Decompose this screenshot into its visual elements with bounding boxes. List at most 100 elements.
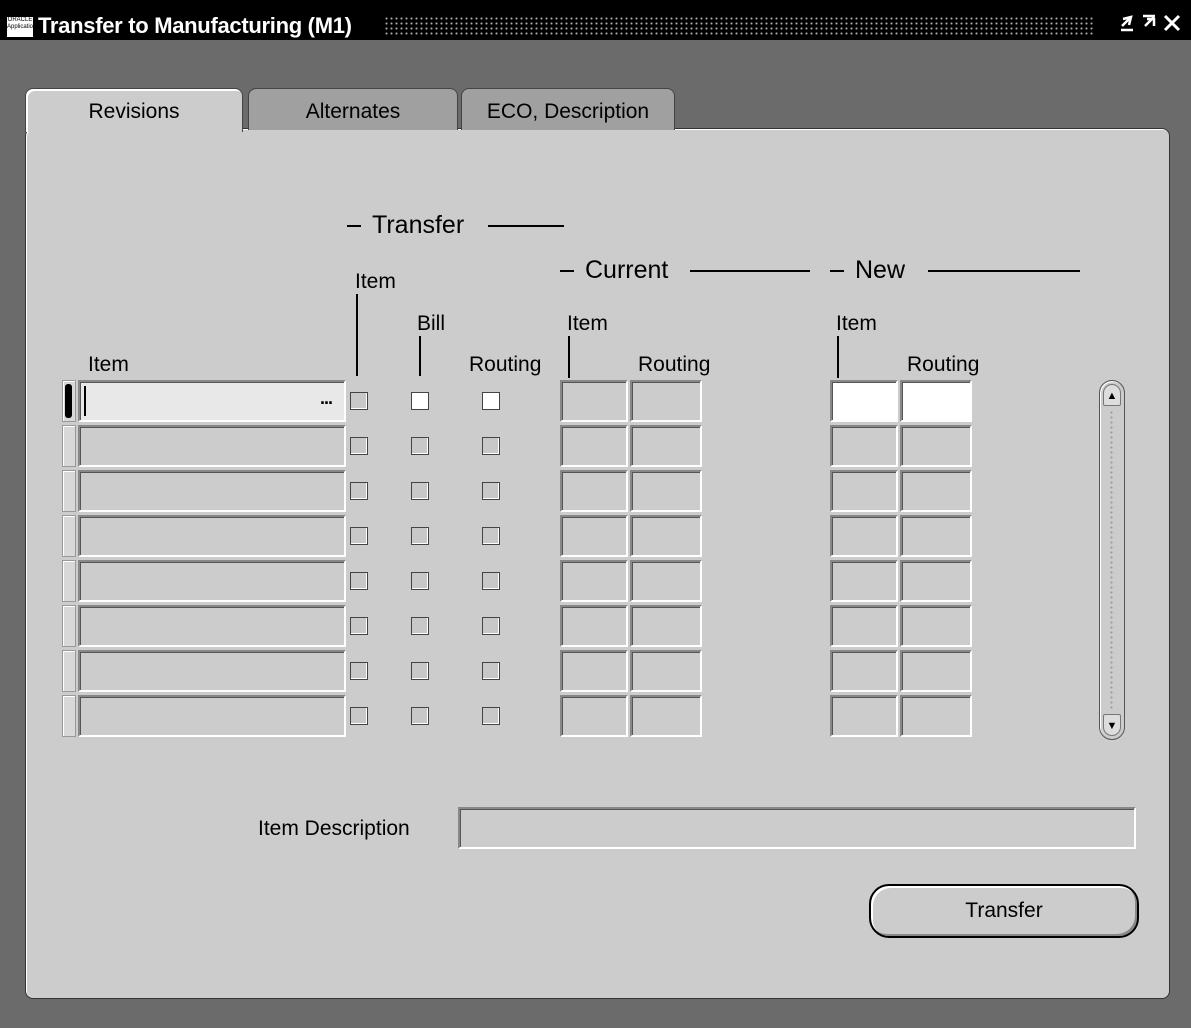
item-field[interactable] — [78, 695, 346, 737]
transfer-item-checkbox[interactable] — [350, 707, 368, 725]
new-item-field[interactable] — [830, 470, 898, 512]
transfer-bill-checkbox[interactable] — [411, 482, 429, 500]
new-item-field[interactable] — [830, 425, 898, 467]
col-header-transfer-item: Item — [355, 270, 396, 293]
new-routing-field[interactable] — [900, 515, 972, 557]
transfer-routing-checkbox[interactable] — [482, 707, 500, 725]
new-routing-field[interactable] — [900, 650, 972, 692]
transfer-routing-checkbox[interactable] — [482, 437, 500, 455]
current-routing-field[interactable] — [630, 695, 702, 737]
new-item-field[interactable] — [830, 650, 898, 692]
row-indicator[interactable] — [62, 605, 76, 647]
transfer-bill-checkbox[interactable] — [411, 707, 429, 725]
current-item-field[interactable] — [560, 605, 628, 647]
row-indicator[interactable] — [62, 425, 76, 467]
new-group-title: New — [855, 256, 906, 284]
new-routing-field[interactable] — [900, 470, 972, 512]
current-routing-field[interactable] — [630, 425, 702, 467]
item-field[interactable] — [78, 425, 346, 467]
transfer-bill-checkbox[interactable] — [411, 662, 429, 680]
transfer-bill-checkbox[interactable] — [411, 437, 429, 455]
item-field[interactable] — [78, 515, 346, 557]
row-indicator[interactable] — [62, 470, 76, 512]
current-item-field[interactable] — [560, 560, 628, 602]
row-indicator[interactable] — [62, 515, 76, 557]
scroll-thumb[interactable] — [1101, 410, 1123, 710]
transfer-bill-checkbox[interactable] — [411, 572, 429, 590]
tab-label: Revisions — [88, 100, 180, 123]
new-group-line-right — [928, 270, 1080, 272]
new-routing-field[interactable] — [900, 695, 972, 737]
new-item-field[interactable] — [830, 380, 898, 422]
current-routing-field[interactable] — [630, 515, 702, 557]
current-routing-field[interactable] — [630, 605, 702, 647]
transfer-group-line-right — [488, 225, 564, 227]
current-routing-field[interactable] — [630, 560, 702, 602]
scroll-up-icon[interactable]: ▲ — [1103, 384, 1121, 406]
transfer-button[interactable]: Transfer — [869, 884, 1139, 938]
transfer-item-checkbox[interactable] — [350, 572, 368, 590]
new-item-field[interactable] — [830, 695, 898, 737]
tab-eco-description[interactable]: ECO, Description — [461, 88, 675, 130]
item-field[interactable] — [78, 605, 346, 647]
transfer-group-title: Transfer — [372, 211, 465, 239]
tab-alternates[interactable]: Alternates — [248, 88, 458, 130]
item-field[interactable] — [78, 650, 346, 692]
close-icon[interactable] — [1162, 12, 1182, 40]
col-header-new-item: Item — [836, 312, 877, 335]
new-group-line-left — [830, 270, 844, 272]
new-item-field[interactable] — [830, 605, 898, 647]
new-item-field[interactable] — [830, 560, 898, 602]
row-indicator[interactable] — [62, 380, 76, 422]
item-field[interactable] — [78, 380, 346, 422]
current-item-field[interactable] — [560, 695, 628, 737]
item-field[interactable] — [78, 560, 346, 602]
new-routing-field[interactable] — [900, 380, 972, 422]
new-item-field[interactable] — [830, 515, 898, 557]
transfer-routing-checkbox[interactable] — [482, 527, 500, 545]
item-description-label: Item Description — [258, 817, 410, 840]
transfer-item-checkbox[interactable] — [350, 437, 368, 455]
current-routing-field[interactable] — [630, 650, 702, 692]
col-leader-new-item — [837, 336, 839, 378]
col-header-item: Item — [88, 353, 129, 376]
transfer-routing-checkbox[interactable] — [482, 392, 500, 410]
minimize-icon[interactable] — [1118, 12, 1136, 40]
new-routing-field[interactable] — [900, 560, 972, 602]
current-group-line-right — [690, 270, 810, 272]
col-leader-current-item — [568, 336, 570, 378]
tab-label: Alternates — [305, 100, 401, 123]
transfer-bill-checkbox[interactable] — [411, 617, 429, 635]
transfer-routing-checkbox[interactable] — [482, 572, 500, 590]
transfer-routing-checkbox[interactable] — [482, 617, 500, 635]
tab-revisions[interactable]: Revisions — [25, 88, 243, 132]
current-routing-field[interactable] — [630, 380, 702, 422]
transfer-bill-checkbox[interactable] — [411, 392, 429, 410]
transfer-item-checkbox[interactable] — [350, 527, 368, 545]
list-of-values-button[interactable]: ... — [320, 383, 333, 413]
new-routing-field[interactable] — [900, 605, 972, 647]
current-item-field[interactable] — [560, 515, 628, 557]
row-indicator[interactable] — [62, 560, 76, 602]
transfer-routing-checkbox[interactable] — [482, 482, 500, 500]
transfer-item-checkbox[interactable] — [350, 662, 368, 680]
transfer-bill-checkbox[interactable] — [411, 527, 429, 545]
row-indicator[interactable] — [62, 695, 76, 737]
transfer-item-checkbox[interactable] — [350, 617, 368, 635]
new-routing-field[interactable] — [900, 425, 972, 467]
transfer-routing-checkbox[interactable] — [482, 662, 500, 680]
col-header-current-routing: Routing — [638, 353, 711, 376]
row-indicator[interactable] — [62, 650, 76, 692]
transfer-item-checkbox[interactable] — [350, 392, 368, 410]
titlebar-grip[interactable] — [384, 16, 1094, 36]
maximize-icon[interactable] — [1140, 12, 1158, 40]
item-field[interactable] — [78, 470, 346, 512]
current-item-field[interactable] — [560, 470, 628, 512]
current-routing-field[interactable] — [630, 470, 702, 512]
item-description-field[interactable] — [458, 807, 1136, 849]
current-item-field[interactable] — [560, 380, 628, 422]
scroll-down-icon[interactable]: ▼ — [1103, 714, 1121, 736]
current-item-field[interactable] — [560, 425, 628, 467]
current-item-field[interactable] — [560, 650, 628, 692]
transfer-item-checkbox[interactable] — [350, 482, 368, 500]
